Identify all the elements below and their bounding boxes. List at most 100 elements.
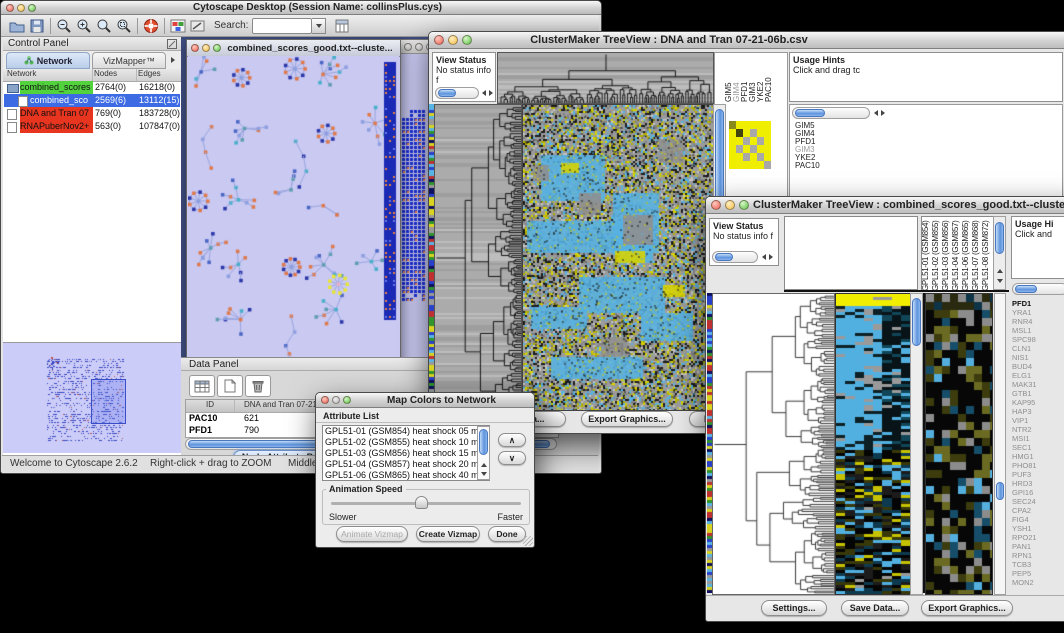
open-session-button[interactable] <box>7 17 27 35</box>
gene-name[interactable]: PUF3 <box>1012 470 1064 479</box>
scroll-down-arrow-icon[interactable] <box>997 279 1003 283</box>
tv2-export-graphics-button[interactable]: Export Graphics... <box>921 600 1013 616</box>
tv2-gene-hscrollbar[interactable] <box>1012 283 1064 295</box>
animate-vizmap-button[interactable]: Animate Vizmap <box>336 526 408 542</box>
gene-name[interactable]: MON2 <box>1012 578 1064 587</box>
tv2-label-vscrollbar[interactable] <box>993 216 1006 290</box>
birdseye-viewport[interactable] <box>91 379 126 424</box>
zoom-window-button[interactable] <box>462 35 472 45</box>
gene-name[interactable]: MSI1 <box>1012 434 1064 443</box>
search-dropdown-button[interactable] <box>312 18 326 34</box>
scroll-up-arrow-icon[interactable] <box>997 269 1003 273</box>
matrix-cell[interactable] <box>743 153 750 161</box>
matrix-cell[interactable] <box>736 161 743 169</box>
close-button[interactable] <box>6 4 14 12</box>
array-label[interactable]: YKE2 <box>757 53 765 102</box>
matrix-cell[interactable] <box>757 145 764 153</box>
attribute-item[interactable]: GPL51-03 (GSM856) heat shock 15 min <box>323 448 489 459</box>
array-label[interactable]: GIM3 <box>749 53 757 102</box>
matrix-cell[interactable] <box>750 129 757 137</box>
matrix-cell[interactable] <box>736 145 743 153</box>
scroll-left-arrow-icon[interactable] <box>874 110 878 116</box>
tv1-status-scrollbar[interactable] <box>435 87 479 99</box>
array-label[interactable]: GPL51-07 (GSM868) <box>972 217 982 291</box>
matrix-cell[interactable] <box>750 153 757 161</box>
zoom-window-button[interactable] <box>28 4 36 12</box>
attribute-item[interactable]: GPL51-02 (GSM855) heat shock 10 min <box>323 437 489 448</box>
gene-name[interactable]: SPC98 <box>1012 335 1064 344</box>
attribute-item[interactable]: GPL51-06 (GSM865) heat shock 40 min <box>323 470 489 481</box>
close-button[interactable] <box>434 35 444 45</box>
slider-thumb[interactable] <box>415 496 428 509</box>
attribute-list-vscrollbar[interactable] <box>477 426 490 480</box>
close-button[interactable] <box>404 43 412 51</box>
minimize-button[interactable] <box>448 35 458 45</box>
matrix-cell[interactable] <box>743 145 750 153</box>
matrix-cell[interactable] <box>729 121 736 129</box>
matrix-cell[interactable] <box>757 121 764 129</box>
create-vizmap-button[interactable]: Create Vizmap <box>416 526 480 542</box>
gene-name[interactable]: RPN1 <box>1012 551 1064 560</box>
save-session-button[interactable] <box>27 17 47 35</box>
dense-network-canvas[interactable] <box>401 54 427 362</box>
gene-name[interactable]: PHO81 <box>1012 461 1064 470</box>
matrix-cell[interactable] <box>729 129 736 137</box>
tv1-top-dendrogram[interactable] <box>497 52 714 104</box>
tab-overflow-button[interactable] <box>166 51 180 69</box>
matrix-cell[interactable] <box>743 121 750 129</box>
zoom-selected-button[interactable] <box>114 17 134 35</box>
tv2-summary-vscrollbar[interactable] <box>994 293 1006 595</box>
tab-vizmapper[interactable]: VizMapper™ <box>92 52 166 69</box>
gene-name[interactable]: CLN1 <box>1012 344 1064 353</box>
tv2-heatmap-vscrollbar[interactable] <box>910 293 923 595</box>
tv1-gene-hscrollbar[interactable] <box>792 107 870 119</box>
minimize-button[interactable] <box>202 44 210 52</box>
scroll-right-arrow-icon[interactable] <box>489 90 493 96</box>
matrix-cell[interactable] <box>736 137 743 145</box>
tv1-heatmap[interactable] <box>522 104 714 411</box>
scroll-down-arrow-icon[interactable] <box>481 472 487 476</box>
scrollbar-thumb[interactable] <box>438 89 456 97</box>
matrix-cell[interactable] <box>750 121 757 129</box>
matrix-cell[interactable] <box>750 145 757 153</box>
minimize-button[interactable] <box>332 396 340 404</box>
search-input[interactable] <box>252 18 312 34</box>
gene-name[interactable]: SEC24 <box>1012 497 1064 506</box>
gene-name[interactable]: PAC10 <box>795 162 820 170</box>
gene-name[interactable]: BUD4 <box>1012 362 1064 371</box>
dialog-titlebar[interactable]: Map Colors to Network <box>316 393 534 408</box>
gene-name[interactable]: MAK31 <box>1012 380 1064 389</box>
gene-name[interactable]: RNR4 <box>1012 317 1064 326</box>
gene-name[interactable]: SEC1 <box>1012 443 1064 452</box>
gene-name[interactable]: CPA2 <box>1012 506 1064 515</box>
tv1-left-dendrogram[interactable] <box>434 104 522 411</box>
array-label[interactable]: GPL51-03 (GSM856) <box>942 217 952 291</box>
scrollbar-thumb[interactable] <box>795 109 825 117</box>
tv2-heatmap[interactable] <box>835 293 911 595</box>
zoom-window-button[interactable] <box>343 396 351 404</box>
network-row-selected[interactable]: combined_sco 2569(6) 13112(15) <box>4 94 180 107</box>
matrix-cell[interactable] <box>757 137 764 145</box>
select-attributes-button[interactable] <box>189 375 215 397</box>
scrollbar-thumb[interactable] <box>715 253 733 261</box>
tv1-export-graphics-button[interactable]: Export Graphics... <box>581 411 673 427</box>
gene-name[interactable]: NTR2 <box>1012 425 1064 434</box>
scroll-right-arrow-icon[interactable] <box>769 254 773 260</box>
import-table-button[interactable] <box>332 17 352 35</box>
array-label[interactable]: GIM5 <box>725 53 733 102</box>
annotation-button[interactable] <box>188 17 208 35</box>
tab-network[interactable]: Network <box>6 52 90 69</box>
array-label[interactable]: PAC10 <box>765 53 773 102</box>
tv2-status-scrollbar[interactable] <box>712 251 758 263</box>
tv2-settings-button[interactable]: Settings... <box>761 600 827 616</box>
scrollbar-thumb[interactable] <box>1015 285 1037 293</box>
scrollbar-thumb[interactable] <box>479 429 488 455</box>
array-label[interactable]: GPL51-06 (GSM865) <box>962 217 972 291</box>
scroll-up-arrow-icon[interactable] <box>481 463 487 467</box>
matrix-cell[interactable] <box>736 121 743 129</box>
delete-attribute-button[interactable] <box>245 375 271 397</box>
gene-name[interactable]: YSH1 <box>1012 524 1064 533</box>
matrix-cell[interactable] <box>750 161 757 169</box>
gene-name[interactable]: MSL1 <box>1012 326 1064 335</box>
new-attribute-button[interactable] <box>217 375 243 397</box>
